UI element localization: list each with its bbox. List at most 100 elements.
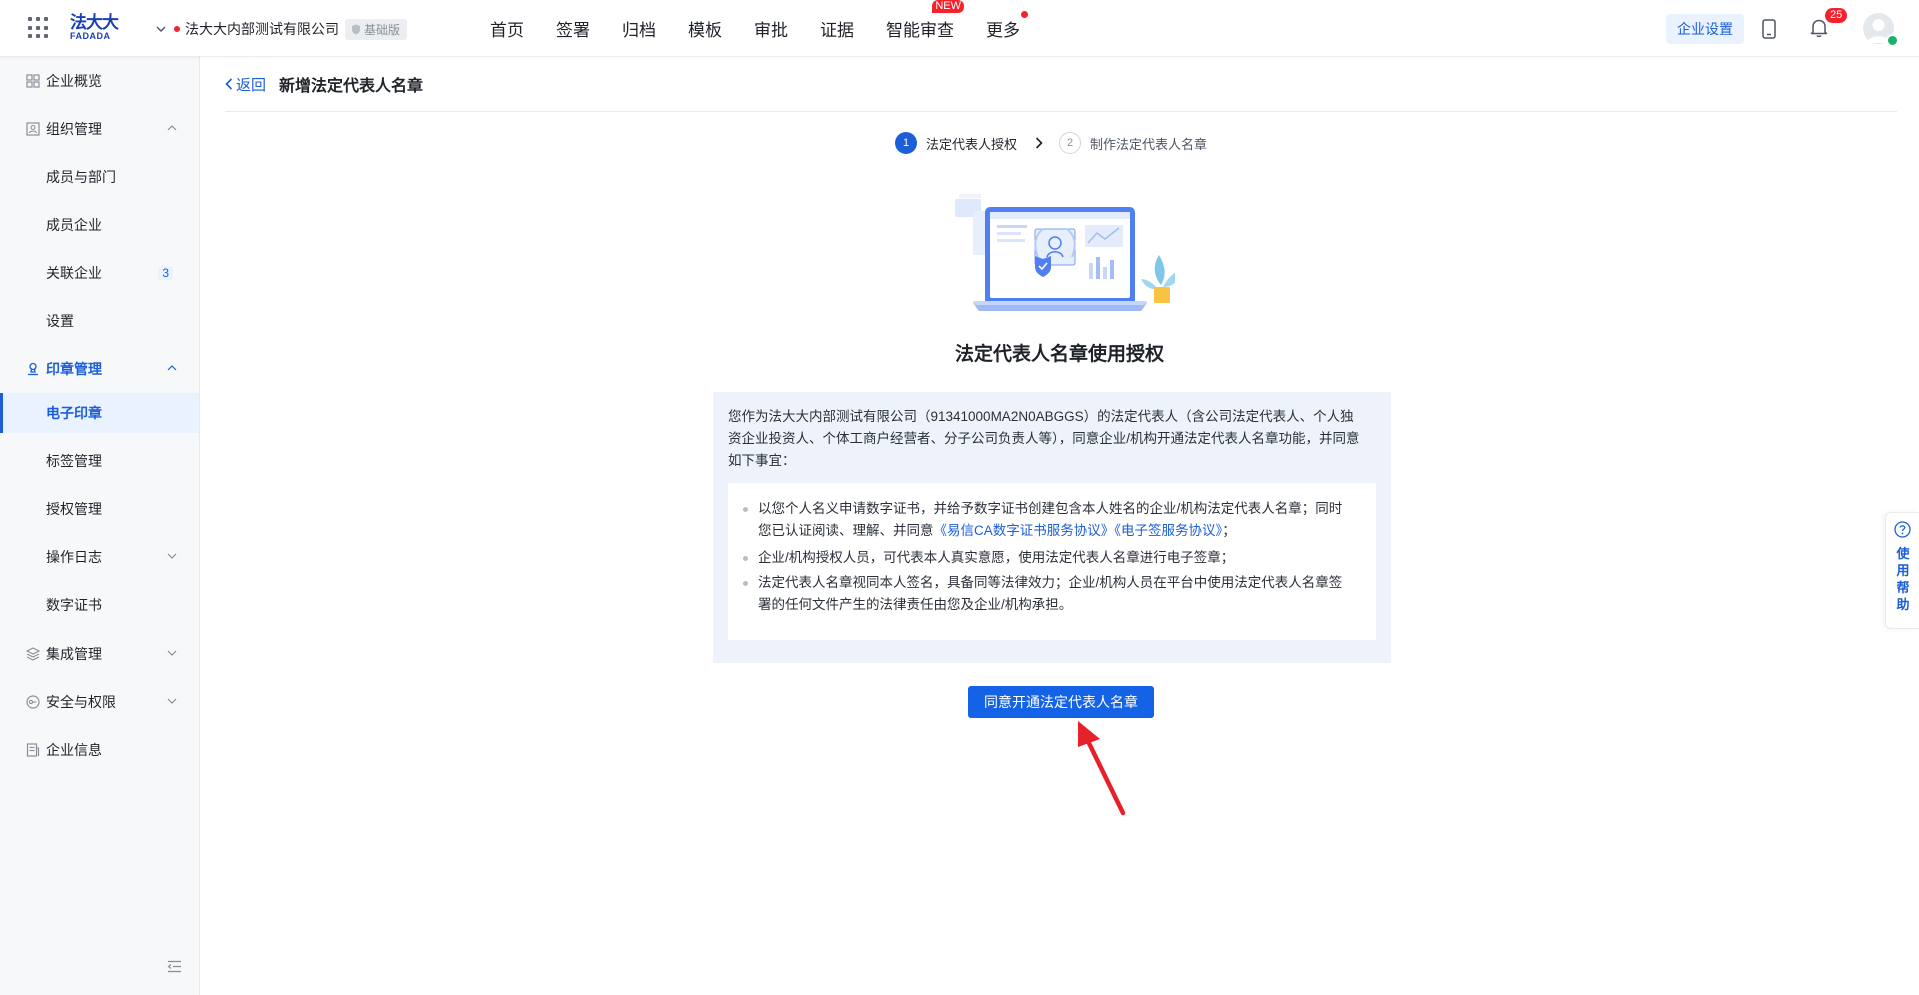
intro-line: 资企业投资人、个体工商户经营者、分子公司负责人等），同意企业/机构开通法定代表人…: [728, 431, 1360, 446]
enterprise-settings-button[interactable]: 企业设置: [1666, 14, 1744, 44]
layers-icon: [26, 647, 40, 661]
main-content: 返回 新增法定代表人名章 1 法定代表人授权 2 制作法定代表人名章 法定代表人…: [200, 57, 1919, 995]
sidebar-item-digital-certificate[interactable]: 数字证书: [0, 585, 199, 625]
sidebar-item-label: 电子印章: [46, 405, 102, 421]
term-line: 您已认证阅读、理解、并同意《易信CA数字证书服务协议》《电子签服务协议》；: [758, 520, 1362, 542]
chevron-left-icon: [225, 78, 233, 90]
term-line: 以您个人名义申请数字证书，并给予数字证书创建包含本人姓名的企业/机构法定代表人名…: [758, 501, 1343, 516]
chevron-up-icon: [167, 365, 177, 371]
count-badge: 3: [158, 266, 173, 280]
nav-smart-review-label: 智能审查: [886, 21, 954, 40]
nav-sign[interactable]: 签署: [556, 16, 590, 41]
edition-badge-label: 基础版: [364, 22, 401, 37]
agree-enable-button[interactable]: 同意开通法定代表人名章: [968, 686, 1154, 718]
notification-dot: [1021, 11, 1028, 18]
term-text: ；: [1222, 523, 1236, 538]
back-link[interactable]: 返回: [225, 74, 266, 95]
verified-status-dot: [1886, 34, 1899, 47]
sidebar-item-label: 安全与权限: [46, 694, 116, 710]
sidebar-item-tag-management[interactable]: 标签管理: [0, 441, 199, 481]
nav-more[interactable]: 更多: [986, 11, 1028, 41]
sidebar-item-related-enterprises[interactable]: 关联企业 3: [0, 253, 199, 293]
sidebar-item-label: 操作日志: [46, 549, 102, 565]
org-icon: [26, 122, 40, 136]
overview-icon: [26, 74, 40, 88]
sidebar-item-operation-log[interactable]: 操作日志: [0, 537, 199, 577]
logo-text-en: FADADA: [70, 31, 111, 41]
term-item-authorized-personnel: 企业/机构授权人员，可代表本人真实意愿，使用法定代表人名章进行电子签章；: [742, 547, 1362, 569]
term-line: 法定代表人名章视同本人签名，具备同等法律效力；企业/机构人员在平台中使用法定代表…: [758, 575, 1343, 590]
sidebar-item-members-departments[interactable]: 成员与部门: [0, 157, 199, 197]
nav-evidence[interactable]: 证据: [820, 16, 854, 41]
sidebar-item-integration[interactable]: 集成管理: [0, 634, 199, 674]
intro-line: 您作为法大大内部测试有限公司（91341000MA2N0ABGGS）的法定代表人…: [728, 409, 1354, 424]
ca-certificate-agreement-link[interactable]: 《易信CA数字证书服务协议》: [934, 523, 1115, 538]
step-1-label: 法定代表人授权: [926, 136, 1018, 152]
sidebar-item-security[interactable]: 安全与权限: [0, 682, 199, 722]
top-bar: 法大大 FADADA 法大大内部测试有限公司 基础版 首页 签署 归档 模板 审…: [0, 0, 1919, 57]
sidebar-item-label: 企业信息: [46, 742, 102, 758]
sidebar-item-enterprise-info[interactable]: 企业信息: [0, 730, 199, 770]
sidebar-item-label: 集成管理: [46, 646, 102, 662]
chevron-down-icon: [167, 650, 177, 656]
back-link-label: 返回: [236, 76, 267, 94]
term-line: 署的任何文件产生的法律责任由您及企业/机构承担。: [758, 597, 1073, 612]
authorization-intro: 您作为法大大内部测试有限公司（91341000MA2N0ABGGS）的法定代表人…: [728, 406, 1383, 472]
sidebar-item-org-management[interactable]: 组织管理: [0, 109, 199, 149]
intro-line: 如下事宜：: [728, 453, 796, 468]
collapse-sidebar-icon[interactable]: [167, 960, 182, 973]
sidebar-item-label: 授权管理: [46, 501, 102, 517]
term-text: 您已认证阅读、理解、并同意: [758, 523, 934, 538]
sidebar-item-settings[interactable]: 设置: [0, 301, 199, 341]
step-2-label: 制作法定代表人名章: [1090, 136, 1208, 152]
sidebar-item-overview[interactable]: 企业概览: [0, 61, 199, 101]
mobile-icon[interactable]: [1762, 19, 1776, 39]
sidebar-item-label: 成员与部门: [46, 169, 116, 185]
authorization-notice: 您作为法大大内部测试有限公司（91341000MA2N0ABGGS）的法定代表人…: [713, 392, 1391, 663]
help-char: 使: [1896, 546, 1910, 561]
page-title: 新增法定代表人名章: [279, 78, 424, 95]
nav-approval[interactable]: 审批: [754, 16, 788, 41]
sidebar-item-label: 数字证书: [46, 597, 102, 613]
logo-text-cn: 法大大: [70, 13, 119, 32]
info-icon: [26, 743, 40, 757]
shield-icon: [352, 24, 360, 34]
nav-home[interactable]: 首页: [490, 16, 524, 41]
chevron-down-icon: [156, 26, 166, 32]
e-sign-service-agreement-link[interactable]: 《电子签服务协议》: [1114, 523, 1222, 538]
sidebar-item-electronic-seal[interactable]: 电子印章: [0, 393, 199, 433]
sidebar-item-label: 设置: [46, 313, 74, 329]
chevron-down-icon: [167, 698, 177, 704]
nav-smart-review[interactable]: 智能审查 NEW: [886, 0, 964, 41]
help-char: 用: [1896, 563, 1910, 578]
chevron-down-icon: [167, 553, 177, 559]
sidebar-item-authorization[interactable]: 授权管理: [0, 489, 199, 529]
fadada-logo[interactable]: 法大大 FADADA: [70, 14, 122, 44]
sidebar-item-label: 组织管理: [46, 121, 102, 137]
help-label: 使 用 帮 助: [1886, 545, 1919, 613]
sidebar-item-member-enterprises[interactable]: 成员企业: [0, 205, 199, 245]
sidebar-item-label: 企业概览: [46, 73, 102, 89]
nav-template[interactable]: 模板: [688, 16, 722, 41]
nav-more-label: 更多: [986, 21, 1020, 40]
question-circle-icon: [1894, 521, 1911, 538]
red-arrow-annotation: [1078, 721, 1126, 816]
bell-icon[interactable]: [1810, 18, 1828, 38]
sidebar-item-label: 成员企业: [46, 217, 102, 233]
stepper: 1 法定代表人授权 2 制作法定代表人名章: [895, 131, 1207, 155]
sidebar: 企业概览 组织管理 成员与部门 成员企业 关联企业 3 设置 印章管理 电子印章…: [0, 57, 200, 995]
authorization-title: 法定代表人名章使用授权: [954, 344, 1164, 365]
apps-grid-icon[interactable]: [28, 17, 50, 39]
company-switcher[interactable]: 法大大内部测试有限公司 基础版: [156, 17, 408, 41]
sidebar-item-seal-management[interactable]: 印章管理: [0, 349, 199, 389]
status-dot: [174, 26, 180, 32]
help-tab[interactable]: 使 用 帮 助: [1885, 512, 1919, 629]
term-item-legal-effect: 法定代表人名章视同本人签名，具备同等法律效力；企业/机构人员在平台中使用法定代表…: [742, 572, 1362, 616]
step-2-number: 2: [1059, 132, 1082, 154]
step-1-number: 1: [895, 132, 917, 154]
help-char: 帮: [1896, 580, 1910, 595]
nav-archive[interactable]: 归档: [622, 16, 656, 41]
terms-list: 以您个人名义申请数字证书，并给予数字证书创建包含本人姓名的企业/机构法定代表人名…: [728, 483, 1376, 640]
sidebar-item-label: 关联企业: [46, 265, 102, 281]
chevron-right-icon: [1035, 137, 1043, 149]
